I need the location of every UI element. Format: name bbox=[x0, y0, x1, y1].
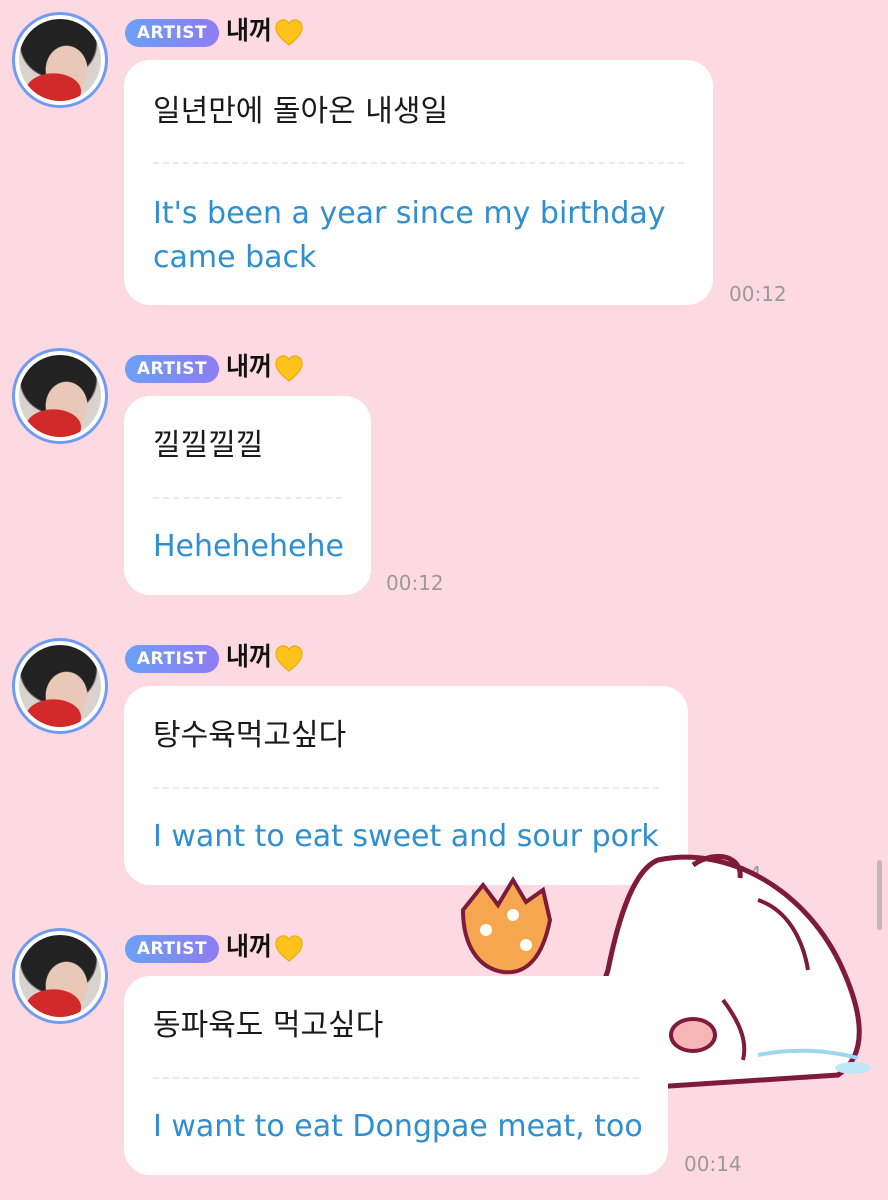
yellow-heart-icon bbox=[275, 935, 303, 962]
artist-badge: ARTIST bbox=[125, 355, 219, 383]
timestamp: 00:12 bbox=[729, 282, 787, 306]
avatar-photo bbox=[19, 645, 101, 727]
avatar-photo bbox=[19, 19, 101, 101]
artist-badge: ARTIST bbox=[125, 935, 219, 963]
avatar-photo bbox=[19, 355, 101, 437]
translation-line: It's been a year since my birthday bbox=[153, 196, 666, 231]
author-name: 내꺼 bbox=[226, 352, 273, 381]
korean-text: 탕수육먹고싶다 bbox=[153, 718, 347, 753]
message-bubble[interactable]: 낄낄낄낄 Hehehehehe bbox=[124, 396, 371, 595]
author-name: 내꺼 bbox=[226, 16, 273, 45]
author-name: 내꺼 bbox=[226, 932, 273, 961]
chat-message: ARTIST 내꺼 일년만에 돌아온 내생일 It's been a year … bbox=[0, 0, 888, 310]
korean-text: 일년만에 돌아온 내생일 bbox=[153, 94, 449, 129]
artist-avatar[interactable] bbox=[12, 638, 108, 734]
author-name-row: 내꺼 bbox=[226, 930, 304, 964]
artist-avatar[interactable] bbox=[12, 12, 108, 108]
artist-badge: ARTIST bbox=[125, 19, 219, 47]
chat-message: ARTIST 내꺼 동파육도 먹고싶다 I want to eat Dongpa… bbox=[0, 916, 888, 1200]
scrollbar[interactable] bbox=[877, 860, 882, 930]
message-bubble[interactable]: 일년만에 돌아온 내생일 It's been a year since my b… bbox=[124, 60, 713, 305]
bubble-divider bbox=[153, 787, 659, 789]
author-name: 내꺼 bbox=[226, 642, 273, 671]
author-name-row: 내꺼 bbox=[226, 640, 304, 674]
translation-line: Hehehehehe bbox=[153, 529, 344, 564]
yellow-heart-icon bbox=[275, 19, 303, 46]
chat-message: ARTIST 내꺼 낄낄낄낄 Hehehehehe 00:12 bbox=[0, 336, 888, 606]
bubble-divider bbox=[153, 497, 342, 499]
artist-avatar[interactable] bbox=[12, 348, 108, 444]
author-name-row: 내꺼 bbox=[226, 350, 304, 384]
timestamp: 00:14 bbox=[684, 1152, 742, 1176]
artist-avatar[interactable] bbox=[12, 928, 108, 1024]
bubble-divider bbox=[153, 162, 684, 164]
message-bubble[interactable]: 동파육도 먹고싶다 I want to eat Dongpae meat, to… bbox=[124, 976, 668, 1175]
translation-line: I want to eat Dongpae meat, too bbox=[153, 1109, 643, 1144]
timestamp: 00:12 bbox=[386, 571, 444, 595]
korean-text: 동파육도 먹고싶다 bbox=[153, 1008, 384, 1043]
yellow-heart-icon bbox=[275, 645, 303, 672]
bubble-divider bbox=[153, 1077, 639, 1079]
avatar-photo bbox=[19, 935, 101, 1017]
korean-text: 낄낄낄낄 bbox=[153, 428, 264, 463]
artist-badge: ARTIST bbox=[125, 645, 219, 673]
author-name-row: 내꺼 bbox=[226, 14, 304, 48]
translation-line: came back bbox=[153, 240, 317, 275]
yellow-heart-icon bbox=[275, 355, 303, 382]
